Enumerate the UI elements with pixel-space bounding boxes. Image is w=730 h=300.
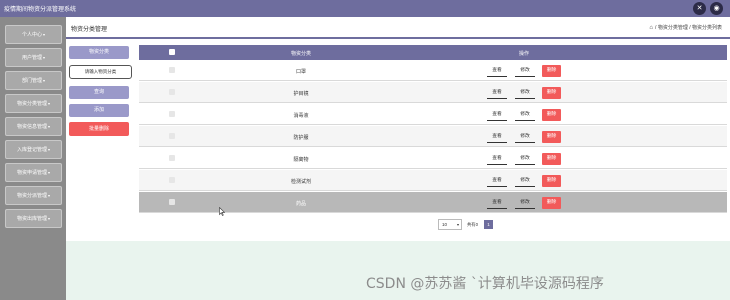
page-size-select[interactable]: 10 ▾	[438, 219, 462, 230]
edit-button[interactable]: 修改	[515, 197, 535, 209]
row-name: 护目镜	[293, 91, 309, 97]
sidebar-item-personal-center[interactable]: 个人中心▾	[5, 25, 62, 44]
chevron-down-icon: ▾	[456, 222, 459, 227]
table-row: 药品 查看 修改 删除	[139, 192, 727, 213]
add-button[interactable]: 添加	[69, 104, 129, 117]
delete-button[interactable]: 删除	[542, 109, 561, 121]
sidebar-item-label: 个人中心	[21, 32, 42, 38]
row-checkbox[interactable]	[169, 155, 175, 161]
sidebar-item-label: 物资申请管理	[16, 170, 47, 176]
view-button[interactable]: 查看	[487, 131, 507, 143]
sidebar-item-label: 物资出库管理	[16, 216, 47, 222]
table-row: 护目镜 查看 修改 删除	[139, 82, 727, 103]
delete-button[interactable]: 删除	[542, 175, 561, 187]
sidebar-item-label: 部门管理	[21, 78, 42, 84]
total-count: 共有0	[467, 222, 478, 227]
sidebar-item-material-dispatch[interactable]: 物资分派管理▾	[5, 186, 62, 205]
batch-delete-button[interactable]: 批量删除	[69, 122, 129, 136]
search-input[interactable]: 请输入物资分类	[69, 65, 132, 79]
edit-button[interactable]: 修改	[515, 65, 535, 77]
row-name: 防护服	[293, 135, 309, 141]
settings-icon[interactable]: ✕	[693, 2, 706, 15]
chevron-down-icon: ▾	[48, 193, 51, 198]
chevron-down-icon: ▾	[48, 170, 51, 175]
view-button[interactable]: 查看	[487, 153, 507, 165]
page-size-value: 10	[442, 222, 448, 227]
table-row: 消毒液 查看 修改 删除	[139, 104, 727, 125]
table-row: 检测试剂 查看 修改 删除	[139, 170, 727, 191]
footer-area: CSDN @苏苏酱 `计算机毕设源码程序	[66, 241, 730, 300]
chevron-down-icon: ▾	[48, 216, 51, 221]
home-icon[interactable]: ⌂	[649, 25, 653, 31]
table-row: 防护服 查看 修改 删除	[139, 126, 727, 147]
delete-button[interactable]: 删除	[542, 131, 561, 143]
row-checkbox[interactable]	[169, 199, 175, 205]
edit-button[interactable]: 修改	[515, 153, 535, 165]
sidebar-item-label: 物资分派管理	[16, 193, 47, 199]
select-all-checkbox[interactable]	[169, 49, 175, 55]
table-row: 隔离物 查看 修改 删除	[139, 148, 727, 169]
view-button[interactable]: 查看	[487, 109, 507, 121]
main-content: 物资分类管理 ⌂ / 物资分类管理 / 物资分类列表 物资分类 请输入物资分类 查…	[66, 17, 730, 300]
view-button[interactable]: 查看	[487, 197, 507, 209]
user-icon[interactable]: ◉	[710, 2, 723, 15]
chevron-down-icon: ▾	[43, 78, 46, 83]
row-checkbox[interactable]	[169, 89, 175, 95]
breadcrumb-text[interactable]: / 物资分类管理 / 物资分类列表	[655, 25, 722, 31]
sidebar-item-label: 物资分类管理	[16, 101, 47, 107]
edit-button[interactable]: 修改	[515, 109, 535, 121]
column-header-name: 物资分类	[290, 51, 311, 57]
row-name: 口罩	[295, 69, 306, 75]
sidebar-item-stock-out[interactable]: 物资出库管理▾	[5, 209, 62, 228]
sidebar-item-label: 入库登记管理	[16, 147, 47, 153]
page-number-button[interactable]: 1	[484, 220, 493, 229]
query-button[interactable]: 查询	[69, 86, 129, 99]
app-title: 疫情期间物资分派管理系统	[4, 7, 77, 13]
breadcrumb: ⌂ / 物资分类管理 / 物资分类列表	[649, 24, 722, 31]
delete-button[interactable]: 删除	[542, 153, 561, 165]
sidebar: 个人中心▾ 用户管理▾ 部门管理▾ 物资分类管理▾ 物资信息管理▾ 入库登记管理…	[0, 17, 66, 300]
edit-button[interactable]: 修改	[515, 87, 535, 99]
row-name: 检测试剂	[290, 179, 311, 185]
sidebar-item-label: 物资信息管理	[16, 124, 47, 130]
row-checkbox[interactable]	[169, 177, 175, 183]
view-button[interactable]: 查看	[487, 175, 507, 187]
row-name: 隔离物	[293, 157, 309, 163]
table-header: 物资分类 操作	[139, 45, 727, 60]
row-checkbox[interactable]	[169, 133, 175, 139]
row-checkbox[interactable]	[169, 111, 175, 117]
row-name: 药品	[295, 201, 306, 207]
delete-button[interactable]: 删除	[542, 87, 561, 99]
edit-button[interactable]: 修改	[515, 131, 535, 143]
column-header-ops: 操作	[518, 51, 529, 57]
chevron-down-icon: ▾	[48, 124, 51, 129]
category-button[interactable]: 物资分类	[69, 46, 129, 59]
sidebar-item-label: 用户管理	[21, 55, 42, 61]
sidebar-item-departments[interactable]: 部门管理▾	[5, 71, 62, 90]
sidebar-item-material-request[interactable]: 物资申请管理▾	[5, 163, 62, 182]
delete-button[interactable]: 删除	[542, 197, 561, 209]
watermark: CSDN @苏苏酱 `计算机毕设源码程序	[366, 276, 604, 292]
edit-button[interactable]: 修改	[515, 175, 535, 187]
row-checkbox[interactable]	[169, 67, 175, 73]
chevron-down-icon: ▾	[48, 101, 51, 106]
header-bar: 物资分类管理 ⌂ / 物资分类管理 / 物资分类列表	[66, 17, 730, 39]
table-row: 口罩 查看 修改 删除	[139, 60, 727, 81]
view-button[interactable]: 查看	[487, 87, 507, 99]
chevron-down-icon: ▾	[48, 147, 51, 152]
mouse-cursor-icon	[219, 207, 225, 216]
delete-button[interactable]: 删除	[542, 65, 561, 77]
sidebar-item-stock-in[interactable]: 入库登记管理▾	[5, 140, 62, 159]
chevron-down-icon: ▾	[43, 55, 46, 60]
sidebar-item-material-category[interactable]: 物资分类管理▾	[5, 94, 62, 113]
view-button[interactable]: 查看	[487, 65, 507, 77]
top-bar: 疫情期间物资分派管理系统 ✕ ◉	[0, 0, 730, 17]
sidebar-item-material-info[interactable]: 物资信息管理▾	[5, 117, 62, 136]
page-title: 物资分类管理	[71, 27, 108, 33]
sidebar-item-users[interactable]: 用户管理▾	[5, 48, 62, 67]
chevron-down-icon: ▾	[43, 32, 46, 37]
row-name: 消毒液	[293, 113, 309, 119]
